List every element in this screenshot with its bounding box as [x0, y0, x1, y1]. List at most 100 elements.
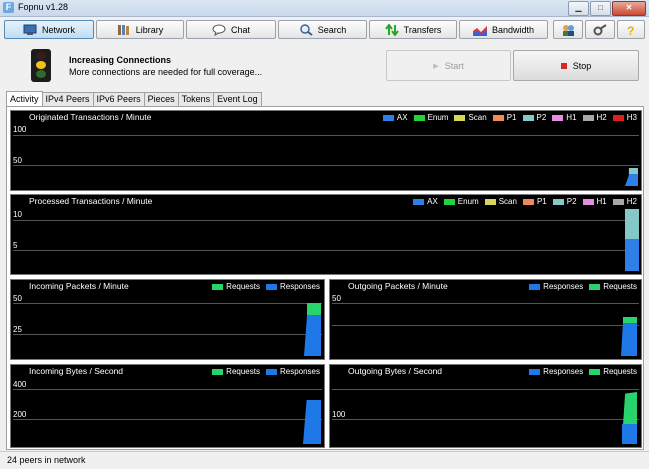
search-button[interactable]: Search [278, 20, 367, 39]
bandwidth-button[interactable]: Bandwidth [459, 20, 548, 39]
y-tick: 50 [332, 294, 341, 303]
gridline [332, 419, 639, 420]
legend-label: H1 [566, 113, 577, 122]
incoming-bytes-chart: Incoming Bytes / Second Requests Response… [10, 364, 325, 448]
gridline [332, 325, 639, 326]
legend-swatch [454, 114, 466, 121]
gridline [13, 165, 639, 166]
legend-label: Scan [498, 197, 517, 206]
transfers-icon [384, 22, 399, 37]
transfers-label: Transfers [403, 24, 442, 35]
yellow-light [36, 61, 46, 69]
minimize-button[interactable]: ▁ [568, 1, 589, 16]
legend-item: Requests [589, 282, 637, 291]
legend-label: AX [396, 113, 408, 122]
legend-swatch [612, 114, 624, 121]
legend-label: P1 [506, 113, 517, 122]
bandwidth-label: Bandwidth [491, 24, 535, 35]
svg-text:?: ? [627, 24, 634, 36]
settings-icon [593, 23, 607, 36]
legend-swatch [589, 368, 601, 375]
chart-title: Outgoing Packets / Minute [348, 281, 448, 291]
users-button[interactable] [553, 20, 583, 39]
responses-bar [304, 315, 321, 356]
y-tick: 200 [13, 410, 27, 419]
library-button[interactable]: Library [96, 20, 184, 39]
bandwidth-icon [472, 24, 487, 36]
gridline [332, 389, 639, 390]
help-button[interactable]: ? [617, 20, 645, 39]
network-button[interactable]: Network [4, 20, 94, 39]
legend-item: H3 [612, 113, 637, 122]
legend-label: P2 [566, 197, 577, 206]
main-toolbar: Network Library Chat Search Transfers Ba… [0, 17, 649, 41]
legend-swatch [552, 114, 564, 121]
maximize-button[interactable]: □ [590, 1, 611, 16]
gridline [13, 135, 639, 136]
legend-swatch [265, 368, 277, 375]
legend-swatch [522, 114, 534, 121]
legend-label: Requests [603, 282, 637, 291]
requests-bar [307, 303, 321, 315]
chart-legend: Responses Requests [529, 282, 637, 291]
legend-label: H2 [596, 113, 607, 122]
legend-label: H2 [626, 197, 637, 206]
chart-title: Incoming Packets / Minute [29, 281, 129, 291]
legend-label: Requests [603, 367, 637, 376]
users-icon [561, 24, 575, 36]
play-icon: ▶ [433, 62, 439, 70]
tab-activity[interactable]: Activity [6, 91, 43, 106]
legend-swatch [552, 198, 564, 205]
legend-swatch [413, 198, 425, 205]
tab-pieces[interactable]: Pieces [143, 92, 179, 106]
legend-item: P1 [522, 197, 547, 206]
settings-button[interactable] [585, 20, 615, 39]
legend-swatch [529, 368, 541, 375]
library-label: Library [135, 24, 164, 35]
stop-label: Stop [572, 60, 592, 71]
start-button[interactable]: ▶ Start [386, 50, 511, 81]
status-subtitle: More connections are needed for full cov… [69, 67, 263, 77]
y-tick: 10 [13, 210, 22, 219]
originated-transactions-chart: Originated Transactions / Minute AX Enum S… [10, 110, 642, 191]
responses-bar [623, 392, 637, 425]
tab-tokens[interactable]: Tokens [177, 92, 215, 106]
legend-swatch [522, 198, 534, 205]
legend-label: Requests [226, 282, 260, 291]
legend-item: P2 [522, 113, 546, 122]
processed-transactions-chart: Processed Transactions / Minute AX Enum Sc… [10, 194, 642, 275]
search-icon [299, 23, 313, 36]
legend-swatch [589, 283, 601, 290]
legend-item: Responses [265, 282, 320, 291]
chat-button[interactable]: Chat [186, 20, 276, 39]
legend-item: Requests [212, 282, 260, 291]
legend-label: Enum [427, 113, 449, 122]
chart-title: Outgoing Bytes / Second [348, 366, 443, 376]
tab-event-log[interactable]: Event Log [213, 92, 262, 106]
legend-item: P1 [492, 113, 517, 122]
start-label: Start [444, 60, 464, 71]
chart-legend: Responses Requests [529, 367, 637, 376]
legend-swatch [582, 198, 594, 205]
y-tick: 50 [13, 156, 22, 165]
tab-ipv4-peers[interactable]: IPv4 Peers [41, 92, 94, 106]
legend-item: AX [413, 197, 438, 206]
legend-swatch [212, 283, 224, 290]
close-button[interactable]: ✕ [612, 1, 646, 16]
y-tick: 100 [332, 410, 346, 419]
legend-item: Responses [265, 367, 320, 376]
y-tick: 100 [13, 125, 27, 134]
tab-ipv6-peers[interactable]: IPv6 Peers [92, 92, 145, 106]
stop-button[interactable]: Stop [513, 50, 639, 81]
legend-swatch [484, 198, 496, 205]
red-light [36, 52, 46, 60]
legend-label: H1 [596, 197, 607, 206]
transfers-button[interactable]: Transfers [369, 20, 457, 39]
legend-item: Responses [529, 367, 583, 376]
tab-strip: Activity IPv4 Peers IPv6 Peers Pieces To… [6, 91, 262, 106]
gridline [13, 389, 322, 390]
legend-swatch [212, 368, 224, 375]
legend-swatch [612, 198, 624, 205]
legend-item: P2 [552, 197, 577, 206]
gridline [13, 303, 322, 304]
